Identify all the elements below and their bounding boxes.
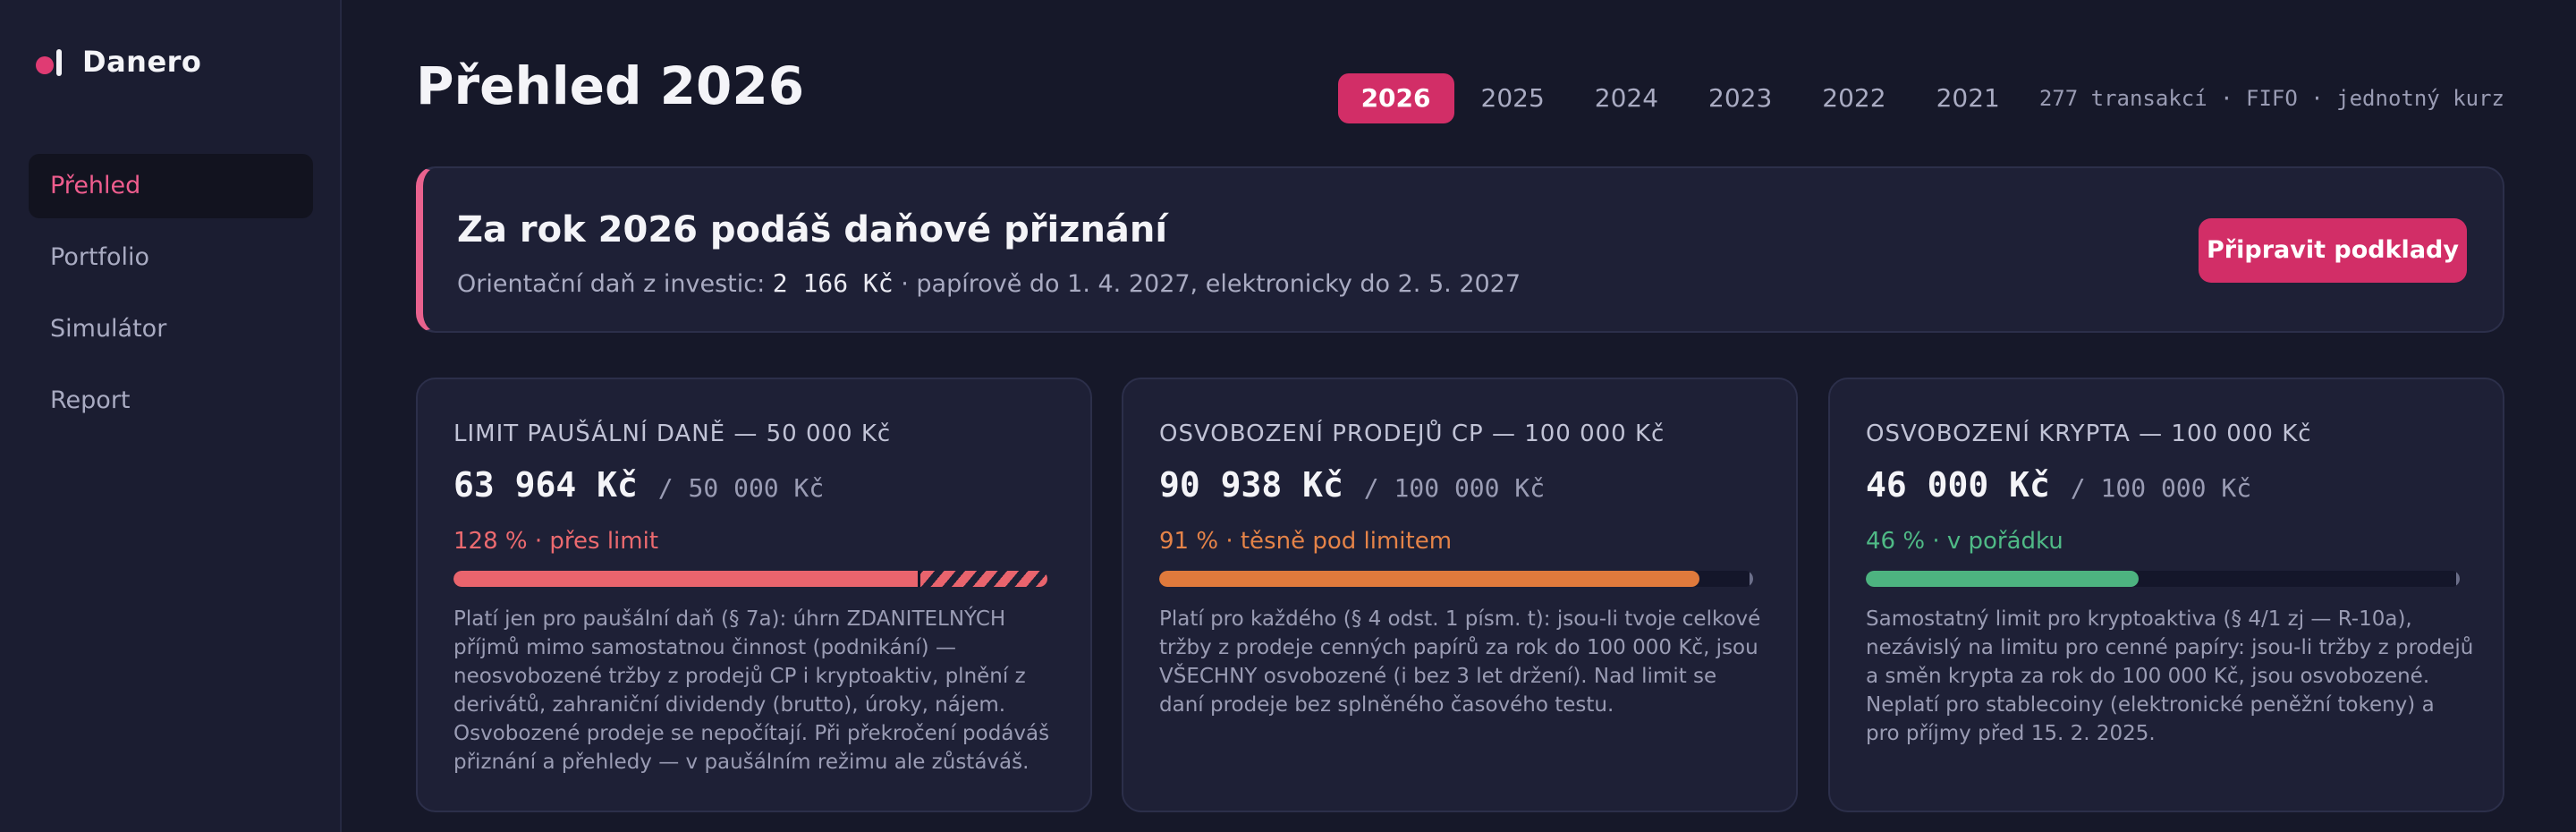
tab-year-2024[interactable]: 2024 bbox=[1572, 73, 1682, 123]
card-value: 90 938 Kč / 100 000 Kč bbox=[1159, 465, 1545, 505]
progress-fill bbox=[1159, 571, 1700, 587]
brand[interactable]: Danero bbox=[36, 45, 201, 79]
card-description: Samostatný limit pro kryptoaktiva (§ 4/1… bbox=[1866, 607, 2474, 745]
progress-end-cap bbox=[2456, 571, 2460, 587]
transactions-meta: 277 transakcí · FIFO · jednotný kurz bbox=[2038, 86, 2504, 111]
sidebar-item-portfolio[interactable]: Portfolio bbox=[29, 225, 313, 290]
card-description: Platí pro každého (§ 4 odst. 1 písm. t):… bbox=[1159, 607, 1761, 717]
progress-overflow bbox=[919, 571, 1047, 587]
sidebar-item-prehled[interactable]: Přehled bbox=[29, 154, 313, 218]
sidebar: Danero Přehled Portfolio Simulátor Repor… bbox=[0, 0, 342, 832]
card-securities-exemption: OSVOBOZENÍ PRODEJŮ CP — 100 000 Kč 90 93… bbox=[1122, 378, 1798, 812]
estimated-tax-amount: 2 166 Kč bbox=[772, 268, 894, 298]
progress-bar bbox=[1866, 571, 2460, 587]
card-status: 91 % · těsně pod limitem bbox=[1159, 528, 1453, 555]
card-amount: 46 000 Kč bbox=[1866, 465, 2050, 505]
card-title: LIMIT PAUŠÁLNÍ DANĚ — 50 000 Kč bbox=[453, 420, 892, 447]
sidebar-item-simulator[interactable]: Simulátor bbox=[29, 297, 313, 361]
progress-fill bbox=[453, 571, 918, 587]
tax-return-banner: Za rok 2026 podáš daňové přiznání Orient… bbox=[416, 166, 2504, 333]
banner-subtitle: Orientační daň z investic: 2 166 Kč · pa… bbox=[457, 268, 1521, 298]
tab-year-2026[interactable]: 2026 bbox=[1337, 73, 1454, 123]
card-title: OSVOBOZENÍ KRYPTA — 100 000 Kč bbox=[1866, 420, 2312, 447]
card-title: OSVOBOZENÍ PRODEJŮ CP — 100 000 Kč bbox=[1159, 420, 1665, 447]
card-value: 46 000 Kč / 100 000 Kč bbox=[1866, 465, 2251, 505]
prepare-documents-button[interactable]: Připravit podklady bbox=[2199, 218, 2467, 283]
banner-sub-prefix: Orientační daň z investic: bbox=[457, 270, 766, 298]
app-name: Danero bbox=[82, 45, 202, 79]
card-limit: / 50 000 Kč bbox=[657, 473, 825, 503]
progress-bar bbox=[453, 571, 1047, 587]
progress-end-cap bbox=[1750, 571, 1753, 587]
card-status: 46 % · v pořádku bbox=[1866, 528, 2063, 555]
banner-title: Za rok 2026 podáš daňové přiznání bbox=[457, 209, 1168, 250]
card-limit: / 100 000 Kč bbox=[1363, 473, 1546, 503]
tab-year-2023[interactable]: 2023 bbox=[1685, 73, 1795, 123]
tab-year-2021[interactable]: 2021 bbox=[1913, 73, 2023, 123]
tab-year-2025[interactable]: 2025 bbox=[1458, 73, 1568, 123]
card-amount: 90 938 Kč bbox=[1159, 465, 1343, 505]
progress-fill bbox=[1866, 571, 2140, 587]
card-amount: 63 964 Kč bbox=[453, 465, 638, 505]
logo-icon bbox=[36, 46, 64, 78]
tab-year-2022[interactable]: 2022 bbox=[1799, 73, 1909, 123]
card-value: 63 964 Kč / 50 000 Kč bbox=[453, 465, 824, 505]
card-limit: / 100 000 Kč bbox=[2070, 473, 2252, 503]
banner-sub-suffix: · papírově do 1. 4. 2027, elektronicky d… bbox=[901, 270, 1521, 298]
sidebar-nav: Přehled Portfolio Simulátor Report bbox=[29, 154, 313, 440]
card-description: Platí jen pro paušální daň (§ 7a): úhrn … bbox=[453, 607, 1050, 774]
sidebar-item-report[interactable]: Report bbox=[29, 369, 313, 433]
limit-cards: LIMIT PAUŠÁLNÍ DANĚ — 50 000 Kč 63 964 K… bbox=[416, 378, 2504, 812]
page-title: Přehled 2026 bbox=[416, 55, 805, 116]
main-content: Přehled 2026 2026 2025 2024 2023 2022 20… bbox=[416, 0, 2504, 832]
card-flat-tax-limit: LIMIT PAUŠÁLNÍ DANĚ — 50 000 Kč 63 964 K… bbox=[416, 378, 1092, 812]
progress-bar bbox=[1159, 571, 1753, 587]
card-crypto-exemption: OSVOBOZENÍ KRYPTA — 100 000 Kč 46 000 Kč… bbox=[1828, 378, 2504, 812]
card-status: 128 % · přes limit bbox=[453, 528, 659, 555]
year-tabs: 2026 2025 2024 2023 2022 2021 277 transa… bbox=[1335, 73, 2504, 123]
